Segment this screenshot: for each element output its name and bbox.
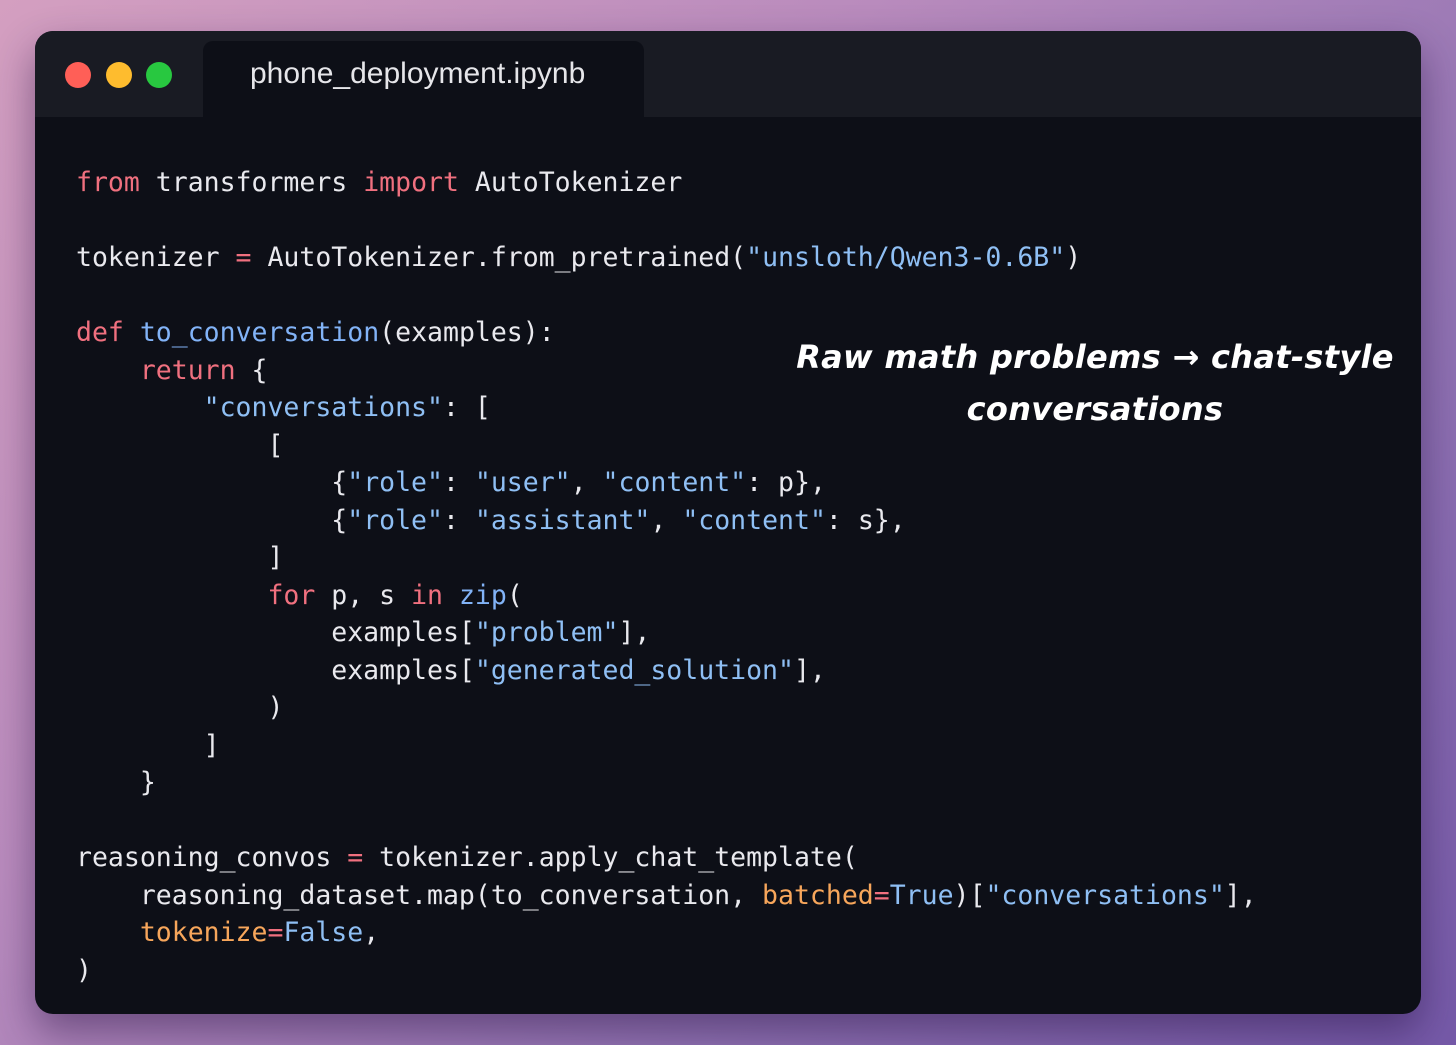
tab-label: phone_deployment.ipynb [250,57,586,90]
code-line: ) [76,955,92,986]
code-line: from transformers import AutoTokenizer [76,167,683,198]
code-line: } [76,767,156,798]
maximize-window-button[interactable] [146,62,172,88]
minimize-window-button[interactable] [106,62,132,88]
code-line: for p, s in zip( [267,580,523,611]
close-window-button[interactable] [65,62,91,88]
code-block: from transformers import AutoTokenizer t… [76,164,1257,986]
code-line: {"role": "user", "content": p}, [76,467,826,498]
tab-notebook[interactable]: phone_deployment.ipynb [203,41,644,117]
code-line: [ [76,430,284,461]
code-line: ] [76,542,284,573]
code-line: return { [139,355,268,386]
code-line: examples["problem"], [76,617,651,648]
code-line: {"role": "assistant", "content": s}, [76,505,906,536]
code-line: "conversations": [ [203,392,491,423]
code-line: ) [76,692,284,723]
title-bar: phone_deployment.ipynb [35,31,1421,117]
code-line: reasoning_dataset.map(to_conversation, b… [76,880,1257,911]
annotation-callout: Raw math problems → chat-style conversat… [795,331,1395,435]
code-line: tokenize=False, [139,917,380,948]
code-line: reasoning_convos = tokenizer.apply_chat_… [76,842,858,873]
code-line: examples["generated_solution"], [76,655,826,686]
annotation-line-1: Raw math problems → chat-style [796,338,1394,376]
code-line: ] [76,730,220,761]
editor-window: phone_deployment.ipynb from transformers… [35,31,1421,1014]
code-line: def to_conversation(examples): [76,317,555,348]
annotation-line-2: conversations [966,390,1224,428]
code-line: tokenizer = AutoTokenizer.from_pretraine… [76,242,1082,273]
